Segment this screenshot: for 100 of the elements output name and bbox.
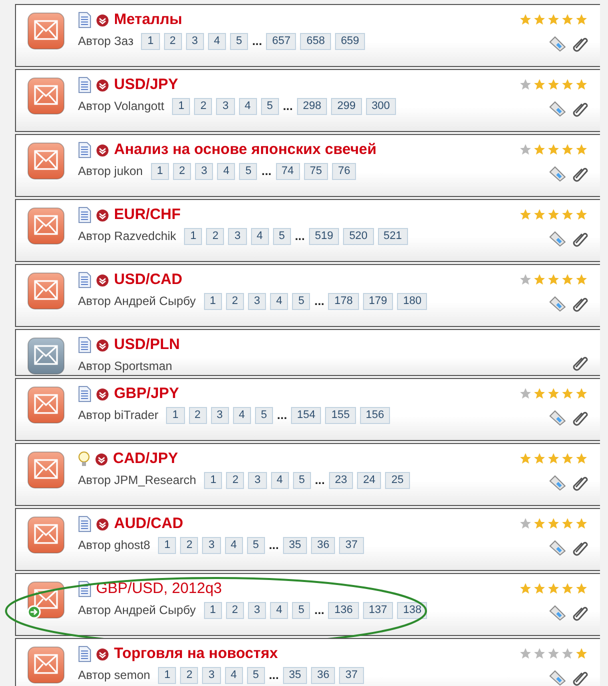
page-link[interactable]: 5 [239, 162, 258, 180]
page-link[interactable]: 179 [362, 292, 394, 310]
paperclip-icon[interactable] [572, 355, 588, 371]
topic-title[interactable]: GBP/JPY [114, 382, 180, 406]
page-link[interactable]: 4 [208, 32, 226, 50]
page-link[interactable]: 1 [172, 98, 190, 114]
tag-icon[interactable] [549, 231, 566, 247]
topic-title[interactable]: Анализ на основе японских свечей [114, 138, 376, 162]
paperclip-icon[interactable] [572, 475, 588, 491]
page-link[interactable]: 3 [248, 292, 266, 310]
paperclip-icon[interactable] [572, 410, 588, 426]
page-link[interactable]: 74 [276, 162, 300, 180]
page-link[interactable]: 76 [332, 162, 356, 180]
page-link[interactable]: 36 [311, 536, 336, 554]
page-link[interactable]: 5 [230, 32, 248, 50]
page-link[interactable]: 2 [164, 32, 182, 50]
page-link[interactable]: 37 [339, 536, 364, 554]
tag-icon[interactable] [549, 101, 566, 117]
page-link[interactable]: 658 [300, 32, 331, 50]
page-link[interactable]: 298 [296, 98, 328, 114]
page-link[interactable]: 4 [250, 228, 269, 244]
paperclip-icon[interactable] [572, 296, 588, 312]
page-link[interactable]: 4 [224, 666, 243, 684]
tag-icon[interactable] [549, 475, 566, 491]
page-link[interactable]: 1 [204, 472, 222, 488]
page-link[interactable]: 520 [343, 228, 374, 244]
topic-title[interactable]: GBP/USD, 2012q3 [96, 578, 222, 600]
page-link[interactable]: 657 [266, 32, 296, 50]
page-link[interactable]: 5 [292, 472, 311, 488]
page-link[interactable]: 2 [206, 228, 224, 244]
topic-title[interactable]: AUD/CAD [114, 512, 184, 536]
paperclip-icon[interactable] [572, 670, 588, 686]
tag-icon[interactable] [549, 410, 566, 426]
page-link[interactable]: 1 [141, 32, 160, 50]
star-rating[interactable] [519, 582, 588, 595]
page-link[interactable]: 36 [311, 666, 336, 684]
page-link[interactable]: 2 [180, 536, 198, 554]
page-link[interactable]: 3 [210, 406, 229, 424]
page-link[interactable]: 1 [158, 536, 176, 554]
page-link[interactable]: 25 [385, 472, 410, 488]
page-link[interactable]: 3 [186, 32, 204, 50]
paperclip-icon[interactable] [572, 231, 588, 247]
page-link[interactable]: 2 [226, 472, 244, 488]
page-link[interactable]: 1 [158, 666, 176, 684]
page-link[interactable]: 659 [334, 32, 366, 50]
page-link[interactable]: 4 [270, 602, 288, 618]
page-link[interactable]: 23 [328, 472, 354, 488]
page-link[interactable]: 1 [150, 162, 169, 180]
page-link[interactable]: 4 [238, 98, 257, 114]
page-link[interactable]: 521 [378, 228, 408, 244]
star-rating[interactable] [519, 143, 588, 156]
tag-icon[interactable] [549, 540, 566, 556]
paperclip-icon[interactable] [572, 166, 588, 182]
page-link[interactable]: 37 [339, 666, 364, 684]
page-link[interactable]: 3 [248, 472, 267, 488]
tag-icon[interactable] [549, 670, 566, 686]
topic-title[interactable]: CAD/JPY [113, 448, 178, 470]
page-link[interactable]: 519 [308, 228, 340, 244]
page-link[interactable]: 178 [328, 292, 359, 310]
star-rating[interactable] [519, 647, 588, 660]
tag-icon[interactable] [549, 605, 566, 621]
page-link[interactable]: 2 [194, 98, 212, 114]
page-link[interactable]: 1 [204, 602, 222, 618]
page-link[interactable]: 3 [195, 162, 214, 180]
page-link[interactable]: 5 [292, 292, 310, 310]
star-rating[interactable] [519, 208, 588, 221]
topic-title[interactable]: USD/CAD [114, 268, 182, 292]
page-link[interactable]: 155 [325, 406, 356, 424]
page-link[interactable]: 2 [180, 666, 198, 684]
page-link[interactable]: 138 [397, 602, 428, 618]
topic-title[interactable]: EUR/CHF [114, 204, 181, 226]
page-link[interactable]: 4 [270, 472, 289, 488]
page-link[interactable]: 2 [226, 602, 244, 618]
page-link[interactable]: 5 [260, 98, 279, 114]
star-rating[interactable] [519, 78, 588, 91]
page-link[interactable]: 3 [202, 536, 221, 554]
tag-icon[interactable] [549, 296, 566, 312]
page-link[interactable]: 300 [366, 98, 396, 114]
page-link[interactable]: 136 [328, 602, 359, 618]
page-link[interactable]: 1 [184, 228, 202, 244]
page-link[interactable]: 3 [248, 602, 266, 618]
page-link[interactable]: 35 [282, 666, 308, 684]
page-link[interactable]: 156 [360, 406, 390, 424]
page-link[interactable]: 2 [172, 162, 192, 180]
page-link[interactable]: 4 [217, 162, 236, 180]
page-link[interactable]: 5 [254, 406, 274, 424]
page-link[interactable]: 299 [331, 98, 362, 114]
topic-title[interactable]: USD/PLN [114, 334, 180, 356]
topic-title[interactable]: USD/JPY [114, 74, 178, 96]
page-link[interactable]: 5 [246, 666, 265, 684]
page-link[interactable]: 3 [228, 228, 247, 244]
page-link[interactable]: 3 [216, 98, 235, 114]
star-rating[interactable] [519, 273, 588, 286]
paperclip-icon[interactable] [572, 101, 588, 117]
page-link[interactable]: 5 [292, 602, 310, 618]
star-rating[interactable] [519, 13, 588, 26]
paperclip-icon[interactable] [572, 540, 588, 556]
paperclip-icon[interactable] [572, 36, 588, 52]
tag-icon[interactable] [549, 166, 566, 182]
page-link[interactable]: 4 [270, 292, 288, 310]
